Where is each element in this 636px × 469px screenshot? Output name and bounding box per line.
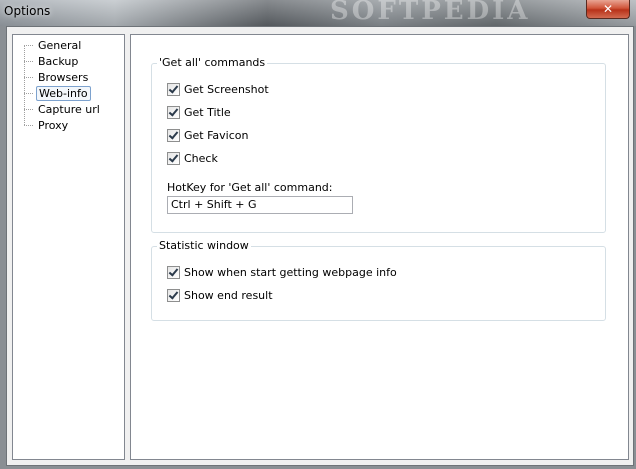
get-title-option[interactable]: Get Title <box>167 106 231 119</box>
checkbox-label: Check <box>184 152 218 165</box>
title-bar[interactable]: SOFTPEDIA Options ✕ <box>0 0 636 26</box>
tree-item-label: General <box>38 39 82 52</box>
get-screenshot-option[interactable]: Get Screenshot <box>167 83 269 96</box>
get-title-checkbox[interactable] <box>167 106 180 119</box>
show-start-checkbox[interactable] <box>167 266 180 279</box>
statistic-window-group-title: Statistic window <box>157 239 251 252</box>
checkbox-label: Show end result <box>184 289 273 302</box>
tree-item-capture-url[interactable]: Capture url <box>21 102 102 117</box>
title-bar-shade <box>0 0 636 26</box>
get-all-group: 'Get all' commands Get Screenshot Get Ti… <box>151 56 606 233</box>
tree-item-label: Capture url <box>38 103 100 116</box>
statistic-window-group: Statistic window Show when start getting… <box>151 239 606 321</box>
tree-item-browsers[interactable]: Browsers <box>21 70 90 85</box>
settings-panel: 'Get all' commands Get Screenshot Get Ti… <box>130 34 629 460</box>
show-end-result-option[interactable]: Show end result <box>167 289 273 302</box>
window-title: Options <box>4 4 51 18</box>
get-screenshot-checkbox[interactable] <box>167 83 180 96</box>
options-dialog: General Backup Browsers Web-info Capture… <box>6 26 634 466</box>
tree-item-general[interactable]: General <box>21 38 83 53</box>
checkbox-label: Get Title <box>184 106 231 119</box>
options-tree[interactable]: General Backup Browsers Web-info Capture… <box>12 34 125 460</box>
hotkey-input[interactable]: Ctrl + Shift + G <box>167 196 353 214</box>
get-all-group-title: 'Get all' commands <box>157 56 268 69</box>
tree-item-label: Backup <box>38 55 79 68</box>
check-option[interactable]: Check <box>167 152 218 165</box>
close-button[interactable]: ✕ <box>586 0 630 19</box>
tree-item-label: Web-info <box>36 86 91 101</box>
tree-item-proxy[interactable]: Proxy <box>21 118 70 133</box>
get-favicon-checkbox[interactable] <box>167 129 180 142</box>
watermark: SOFTPEDIA <box>330 0 531 26</box>
checkbox-label: Get Favicon <box>184 129 249 142</box>
checkbox-label: Show when start getting webpage info <box>184 266 397 279</box>
close-icon: ✕ <box>602 2 614 16</box>
tree-item-web-info[interactable]: Web-info <box>21 86 91 101</box>
show-end-result-checkbox[interactable] <box>167 289 180 302</box>
hotkey-label: HotKey for 'Get all' command: <box>167 181 333 194</box>
check-checkbox[interactable] <box>167 152 180 165</box>
get-favicon-option[interactable]: Get Favicon <box>167 129 248 142</box>
tree-item-backup[interactable]: Backup <box>21 54 80 69</box>
checkbox-label: Get Screenshot <box>184 83 269 96</box>
tree-item-label: Browsers <box>38 71 89 84</box>
show-start-option[interactable]: Show when start getting webpage info <box>167 266 397 279</box>
tree-item-label: Proxy <box>38 119 69 132</box>
